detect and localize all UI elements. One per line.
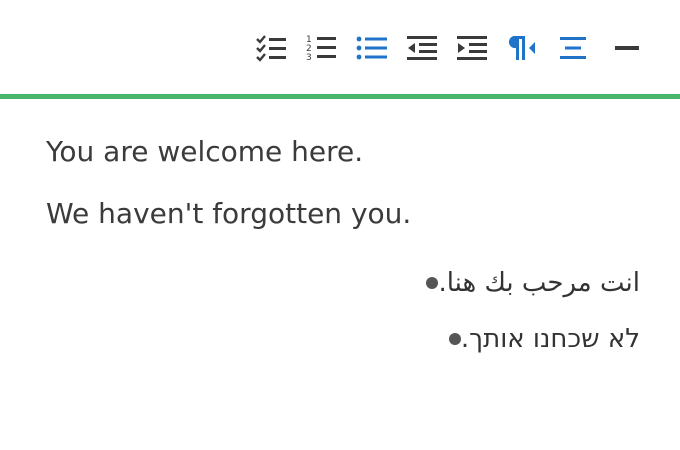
list-item-text-hebrew: לא שכחנו אותך. bbox=[460, 324, 640, 354]
editor-content[interactable]: You are welcome here. We haven't forgott… bbox=[0, 99, 680, 450]
align-center-button[interactable] bbox=[556, 31, 590, 65]
rtl-paragraph-icon bbox=[505, 33, 539, 63]
number-mark-3: 3 bbox=[306, 53, 312, 63]
editor-toolbar: 1 2 3 bbox=[0, 0, 680, 99]
indent-icon bbox=[455, 33, 489, 63]
list-item: לא שכחנו אותך. bbox=[421, 319, 640, 359]
minus-icon bbox=[610, 33, 644, 63]
checklist-button[interactable] bbox=[254, 31, 288, 65]
rtl-direction-button[interactable] bbox=[505, 31, 539, 65]
bulleted-list-icon bbox=[355, 33, 389, 63]
bullet-icon bbox=[448, 333, 461, 345]
horizontal-line-button[interactable] bbox=[610, 31, 644, 65]
numbered-list-button[interactable]: 1 2 3 bbox=[304, 31, 338, 65]
numbered-list-icon: 1 2 3 bbox=[304, 33, 338, 63]
bullet-icon bbox=[426, 277, 439, 289]
indent-button[interactable] bbox=[455, 31, 489, 65]
outdent-icon bbox=[405, 33, 439, 63]
list-item-text-arabic: انت مرحب بك هنا. bbox=[438, 268, 640, 298]
bulleted-list-button[interactable] bbox=[355, 31, 389, 65]
list-item: انت مرحب بك هنا. bbox=[398, 263, 640, 303]
align-center-icon bbox=[556, 33, 590, 63]
paragraph-welcome: You are welcome here. bbox=[46, 135, 364, 168]
outdent-button[interactable] bbox=[405, 31, 439, 65]
paragraph-not-forgotten: We haven't forgotten you. bbox=[46, 197, 412, 230]
checklist-icon bbox=[254, 33, 288, 63]
